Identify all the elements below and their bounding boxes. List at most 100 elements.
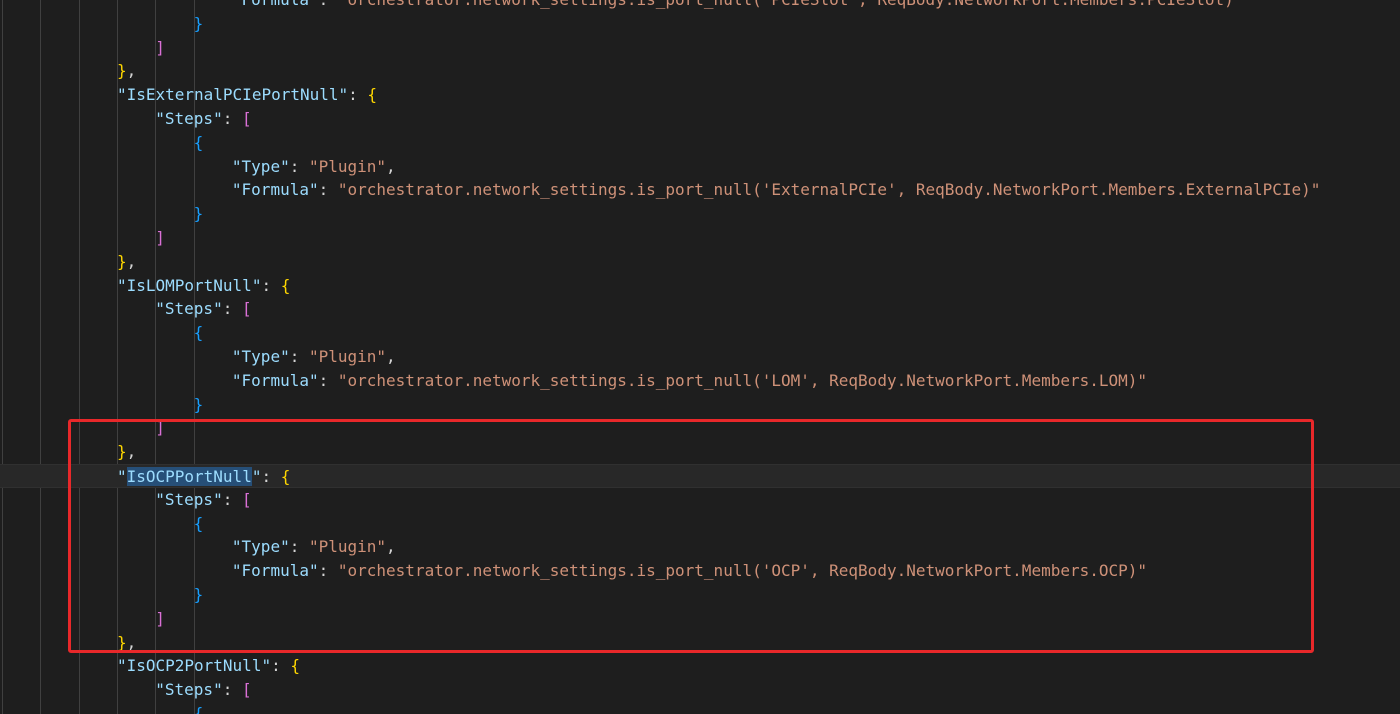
code-line[interactable]: }: [0, 583, 204, 607]
code-line[interactable]: "IsLOMPortNull": {: [0, 274, 290, 298]
code-line-current[interactable]: "IsOCPPortNull": {: [0, 464, 1400, 488]
code-token: "Steps": [155, 489, 223, 509]
code-token: {: [193, 132, 204, 152]
code-token: :: [222, 680, 242, 700]
code-token: "orchestrator.network_settings.is_port_n…: [338, 0, 1243, 9]
code-token: {: [290, 656, 300, 676]
code-line[interactable]: },: [0, 631, 136, 655]
code-line[interactable]: "Formula": "orchestrator.network_setting…: [0, 559, 1147, 583]
code-token: "Type": [231, 156, 290, 176]
code-line[interactable]: "Formula": "orchestrator.network_setting…: [0, 0, 1243, 12]
code-token: "IsLOMPortNull": [116, 275, 262, 295]
code-token: :: [319, 0, 338, 9]
code-line[interactable]: }: [0, 393, 204, 417]
code-token: "Type": [231, 537, 290, 557]
code-token: :: [289, 347, 309, 366]
code-token: "Steps": [155, 299, 223, 319]
code-token: "Plugin": [308, 537, 387, 557]
code-token: "Type": [231, 347, 290, 366]
code-token: :: [318, 370, 338, 390]
code-token: "Formula": [231, 180, 319, 200]
code-token: :: [348, 85, 368, 105]
code-token: :: [222, 109, 242, 128]
code-token: :: [318, 180, 338, 200]
code-line[interactable]: {: [0, 702, 204, 714]
code-token: "Steps": [155, 680, 223, 700]
code-line[interactable]: "Formula": "orchestrator.network_setting…: [0, 369, 1147, 393]
code-token: :: [318, 561, 338, 581]
code-line[interactable]: },: [0, 440, 136, 464]
code-token: ]: [155, 418, 165, 438]
code-token: [: [241, 109, 252, 128]
code-token: ": [116, 467, 127, 486]
code-line[interactable]: }: [0, 12, 204, 36]
code-token: }: [193, 204, 204, 224]
code-token: {: [193, 704, 204, 714]
code-token: }: [116, 251, 127, 271]
code-line[interactable]: "Type": "Plugin",: [0, 155, 396, 179]
code-line[interactable]: "IsExternalPCIePortNull": {: [0, 83, 377, 107]
code-token: }: [193, 585, 204, 604]
code-token: ,: [126, 442, 137, 462]
code-line[interactable]: ]: [0, 416, 165, 440]
code-line[interactable]: {: [0, 512, 204, 536]
code-token: {: [193, 323, 204, 343]
code-token: ]: [155, 228, 165, 247]
code-token: "Plugin": [308, 347, 387, 366]
code-token: "orchestrator.network_settings.is_port_n…: [337, 180, 1321, 200]
code-token: "Plugin": [308, 156, 387, 176]
code-token: :: [289, 156, 309, 176]
code-token: ,: [386, 537, 396, 557]
code-line[interactable]: "Steps": [: [0, 488, 252, 512]
code-token: ,: [386, 156, 396, 176]
code-token: "orchestrator.network_settings.is_port_n…: [337, 561, 1148, 581]
code-token: ,: [126, 61, 137, 81]
code-token: {: [280, 467, 291, 486]
code-token: {: [193, 513, 204, 533]
code-line[interactable]: },: [0, 250, 136, 274]
code-token: ,: [386, 347, 396, 366]
code-token: ]: [155, 608, 165, 628]
code-token: "IsOCP2PortNull": [116, 656, 272, 676]
code-token: }: [116, 442, 127, 462]
code-token: ]: [155, 37, 165, 57]
selected-text: IsOCPPortNull: [126, 467, 252, 486]
code-line[interactable]: {: [0, 131, 204, 155]
code-token: ,: [126, 632, 137, 652]
code-line[interactable]: ]: [0, 607, 165, 631]
code-editor[interactable]: "Formula": "orchestrator.network_setting…: [0, 0, 1400, 714]
code-token: [: [241, 680, 252, 700]
code-line[interactable]: {: [0, 321, 204, 345]
code-token: [: [241, 299, 252, 319]
code-token: :: [261, 275, 281, 295]
code-token: }: [193, 13, 204, 33]
code-line[interactable]: "Type": "Plugin",: [0, 345, 396, 369]
code-line[interactable]: }: [0, 202, 204, 226]
code-line[interactable]: "IsOCP2PortNull": {: [0, 654, 300, 678]
code-token: :: [222, 489, 242, 509]
code-token: :: [222, 299, 242, 319]
code-token: :: [261, 467, 281, 486]
code-token: :: [271, 656, 291, 676]
code-line[interactable]: ]: [0, 36, 165, 60]
code-token: }: [116, 61, 127, 81]
code-line[interactable]: "Steps": [: [0, 107, 252, 131]
code-token: :: [289, 537, 309, 557]
code-token: "Formula": [231, 370, 319, 390]
code-token: [: [241, 489, 252, 509]
code-token: {: [280, 275, 291, 295]
code-token: "orchestrator.network_settings.is_port_n…: [337, 370, 1148, 390]
code-token: "Steps": [155, 109, 223, 128]
code-token: "Formula": [232, 0, 319, 9]
code-token: {: [367, 85, 378, 105]
code-line[interactable]: "Steps": [: [0, 678, 252, 702]
code-token: }: [116, 632, 127, 652]
code-token: "Formula": [231, 561, 319, 581]
code-token: "IsExternalPCIePortNull": [116, 85, 349, 105]
code-token: ,: [126, 251, 137, 271]
code-line[interactable]: ]: [0, 226, 165, 250]
code-line[interactable]: },: [0, 59, 136, 83]
code-line[interactable]: "Type": "Plugin",: [0, 535, 396, 559]
code-line[interactable]: "Steps": [: [0, 297, 252, 321]
code-line[interactable]: "Formula": "orchestrator.network_setting…: [0, 178, 1321, 202]
